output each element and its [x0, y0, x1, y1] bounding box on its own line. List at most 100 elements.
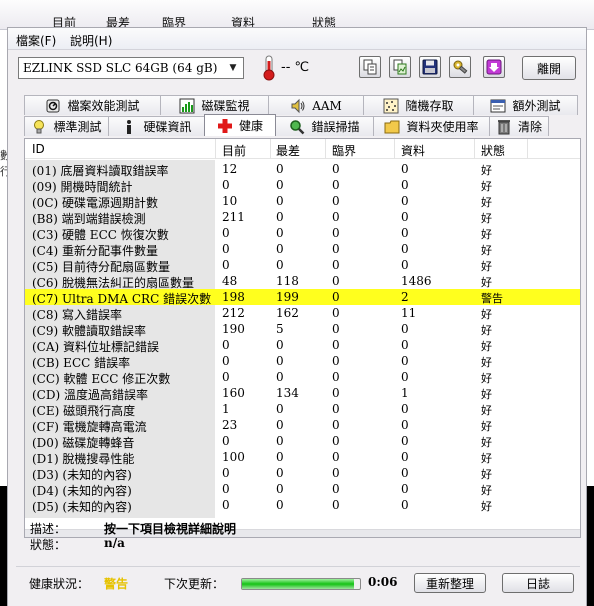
data-value: 0 — [401, 338, 409, 352]
current-value: 198 — [222, 290, 245, 304]
table-row[interactable]: (C5) 目前待分配扇區數量 0 0 0 0 好 — [25, 257, 580, 274]
tab-label: 錯誤掃描 — [311, 120, 360, 134]
refresh-button[interactable]: 重新整理 — [414, 573, 486, 593]
table-row[interactable]: (D1) 脫機搜尋性能 100 0 0 0 好 — [25, 449, 580, 466]
status-value: 好 — [481, 164, 492, 177]
tab-random-access[interactable]: 隨機存取 — [363, 95, 474, 115]
health-status-value: 警告 — [104, 577, 129, 591]
worst-value: 134 — [276, 386, 299, 400]
drive-select[interactable]: EZLINK SSD SLC 64GB (64 gB) ▼ — [18, 57, 244, 79]
threshold-value: 0 — [332, 498, 340, 512]
status-value: 好 — [481, 452, 492, 465]
tab-label: 磁碟監視 — [201, 99, 250, 113]
exit-button[interactable]: 離開 — [522, 56, 576, 80]
table-header: ID 目前 最差 臨界 資料 狀態 — [25, 139, 580, 159]
tab-health[interactable]: 健康 — [204, 114, 276, 136]
tab-info[interactable]: 硬碟資訊 — [108, 116, 205, 136]
background-table-header: 目前 最差 臨界 資料 狀態 — [0, 0, 594, 30]
worst-value: 0 — [276, 162, 284, 176]
health-status-label: 健康狀況： — [29, 577, 90, 591]
data-value: 1 — [401, 386, 409, 400]
save-button[interactable] — [419, 56, 441, 78]
speaker-icon — [291, 98, 305, 113]
table-row[interactable]: (C3) 硬體 ECC 恢復次數 0 0 0 0 好 — [25, 225, 580, 242]
current-value: 0 — [222, 482, 230, 496]
current-value: 0 — [222, 338, 230, 352]
threshold-value: 0 — [332, 226, 340, 240]
info-icon — [127, 119, 132, 134]
current-value: 0 — [222, 242, 230, 256]
tab-error-scan[interactable]: 錯誤掃描 — [275, 116, 374, 136]
download-button[interactable] — [483, 56, 505, 78]
table-row[interactable]: (C6) 脫機無法糾正的扇區數量 48 118 0 1486 好 — [25, 273, 580, 290]
current-value: 1 — [222, 402, 230, 416]
tab-label: 資料夾使用率 — [406, 120, 479, 134]
chevron-down-icon[interactable]: ▼ — [226, 61, 240, 75]
threshold-value: 0 — [332, 162, 340, 176]
data-value: 0 — [401, 370, 409, 384]
worst-value: 0 — [276, 498, 284, 512]
tab-aam[interactable]: AAM — [268, 95, 364, 115]
table-row[interactable]: (C8) 寫入錯誤率 212 162 0 11 好 — [25, 305, 580, 322]
worst-value: 0 — [276, 370, 284, 384]
data-value: 0 — [401, 402, 409, 416]
options-button[interactable] — [449, 56, 471, 78]
current-value: 23 — [222, 418, 238, 432]
table-row[interactable]: (CC) 軟體 ECC 修正次數 0 0 0 0 好 — [25, 369, 580, 386]
status-value: 好 — [481, 196, 492, 209]
tab-benchmark[interactable]: 標準測試 — [24, 116, 109, 136]
table-row[interactable]: (CE) 磁頭飛行高度 1 0 0 0 好 — [25, 401, 580, 418]
threshold-value: 0 — [332, 482, 340, 496]
worst-value: 0 — [276, 418, 284, 432]
table-row[interactable]: (D3) (未知的內容) 0 0 0 0 好 — [25, 465, 580, 482]
table-row[interactable]: (CD) 溫度過高錯誤率 160 134 0 1 好 — [25, 385, 580, 402]
col-header-threshold[interactable]: 臨界 — [332, 142, 356, 159]
status-value: 好 — [481, 324, 492, 337]
threshold-value: 0 — [332, 466, 340, 480]
tab-file-benchmark[interactable]: 檔案效能測試 — [24, 95, 161, 115]
tab-label: AAM — [312, 98, 342, 113]
current-value: 48 — [222, 274, 238, 288]
thermometer-icon — [263, 55, 275, 81]
table-row[interactable]: (01) 底層資料讀取錯誤率 12 0 0 0 好 — [25, 161, 580, 178]
log-button[interactable]: 日誌 — [502, 573, 574, 593]
threshold-value: 0 — [332, 290, 340, 304]
table-row[interactable]: (09) 開機時間統計 0 0 0 0 好 — [25, 177, 580, 194]
col-header-status[interactable]: 狀態 — [481, 142, 505, 159]
data-value: 0 — [401, 466, 409, 480]
table-row[interactable]: (CB) ECC 錯誤率 0 0 0 0 好 — [25, 353, 580, 370]
threshold-value: 0 — [332, 242, 340, 256]
copy-icon — [363, 59, 377, 75]
current-value: 212 — [222, 306, 245, 320]
table-row[interactable]: (CA) 資料位址標記錯誤 0 0 0 0 好 — [25, 337, 580, 354]
copy-image-button[interactable] — [389, 56, 411, 78]
table-row[interactable]: (D5) (未知的內容) 0 0 0 0 好 — [25, 497, 580, 514]
floppy-save-icon — [422, 59, 438, 75]
table-row[interactable]: (B8) 端到端錯誤檢測 211 0 0 0 好 — [25, 209, 580, 226]
tab-erase[interactable]: 清除 — [489, 116, 549, 136]
col-header-worst[interactable]: 最差 — [276, 142, 300, 159]
table-row[interactable]: (C9) 軟體讀取錯誤率 190 5 0 0 好 — [25, 321, 580, 338]
col-header-id[interactable]: ID — [32, 142, 45, 156]
table-row[interactable]: (D0) 磁碟旋轉蜂音 0 0 0 0 好 — [25, 433, 580, 450]
table-row[interactable]: (0C) 硬碟電源週期計數 10 0 0 0 好 — [25, 193, 580, 210]
tab-extra-tests[interactable]: 額外測試 — [473, 95, 578, 115]
table-row[interactable]: (C7) Ultra DMA CRC 錯誤次數 198 199 0 2 警告 — [25, 289, 580, 306]
table-row[interactable]: (D4) (未知的內容) 0 0 0 0 好 — [25, 481, 580, 498]
menu-file[interactable]: 檔案(F) — [16, 32, 56, 49]
table-row[interactable]: (CF) 電機旋轉高電流 23 0 0 0 好 — [25, 417, 580, 434]
col-header-data[interactable]: 資料 — [401, 142, 425, 159]
threshold-value: 0 — [332, 194, 340, 208]
tab-disk-monitor[interactable]: 磁碟監視 — [160, 95, 269, 115]
worst-value: 0 — [276, 434, 284, 448]
tab-folder-usage[interactable]: 資料夾使用率 — [373, 116, 490, 136]
col-header-current[interactable]: 目前 — [222, 142, 246, 159]
copy-text-button[interactable] — [359, 56, 381, 78]
current-value: 100 — [222, 450, 245, 464]
status-value: 好 — [481, 228, 492, 241]
menu-help[interactable]: 說明(H) — [70, 32, 112, 49]
current-value: 0 — [222, 370, 230, 384]
table-row[interactable]: (C4) 重新分配事件數量 0 0 0 0 好 — [25, 241, 580, 258]
status-value: 好 — [481, 484, 492, 497]
threshold-value: 0 — [332, 418, 340, 432]
